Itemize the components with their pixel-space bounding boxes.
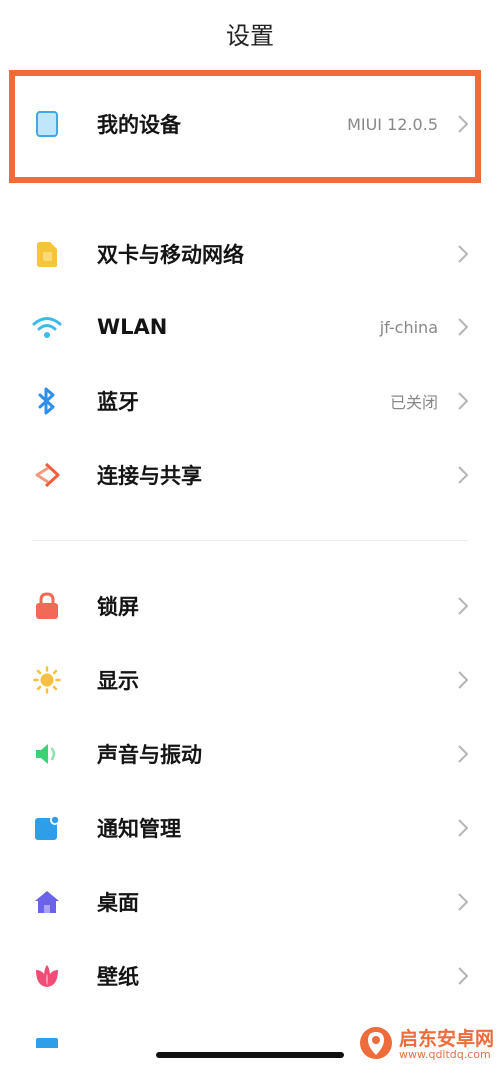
settings-item-label: 壁纸 [97, 965, 139, 989]
settings-item-value: jf-china [379, 317, 438, 337]
settings-item-home-screen[interactable]: 桌面 [0, 872, 500, 932]
chevron-right-icon [454, 817, 472, 839]
speaker-icon [32, 739, 62, 769]
settings-item-lock-screen[interactable]: 锁屏 [0, 576, 500, 636]
settings-item-label: 桌面 [97, 891, 139, 915]
flower-icon [32, 961, 62, 991]
settings-item-dual-sim[interactable]: 双卡与移动网络 [0, 224, 500, 284]
settings-item-label: 双卡与移动网络 [97, 243, 244, 267]
settings-item-label: 显示 [97, 669, 139, 693]
settings-item-label: 声音与振动 [97, 743, 202, 767]
chevron-right-icon [454, 316, 472, 338]
settings-item-display[interactable]: 显示 [0, 650, 500, 710]
lock-icon [32, 591, 62, 621]
chevron-right-icon [454, 891, 472, 913]
highlight-frame [9, 70, 481, 183]
settings-item-connection-sharing[interactable]: 连接与共享 [0, 445, 500, 505]
settings-item-label: 连接与共享 [97, 464, 202, 488]
watermark-url: www.qdltdq.com [398, 1048, 491, 1062]
section-divider [32, 540, 468, 541]
settings-item-label: 锁屏 [97, 595, 139, 619]
settings-item-wlan[interactable]: WLAN jf-china [0, 297, 500, 357]
watermark-logo-icon [359, 1026, 393, 1064]
settings-item-label: 蓝牙 [97, 390, 139, 414]
chevron-right-icon [454, 669, 472, 691]
home-icon [32, 887, 62, 917]
settings-item-label: WLAN [97, 315, 168, 339]
settings-item-wallpaper[interactable]: 壁纸 [0, 946, 500, 1006]
share-connection-icon [32, 460, 62, 490]
settings-item-label: 通知管理 [97, 817, 181, 841]
chevron-right-icon [454, 464, 472, 486]
notification-icon [32, 813, 62, 843]
sim-card-icon [32, 239, 62, 269]
settings-item-notifications[interactable]: 通知管理 [0, 798, 500, 858]
home-indicator-bar[interactable] [156, 1052, 344, 1058]
settings-item-value: 已关闭 [389, 393, 438, 412]
chevron-right-icon [454, 743, 472, 765]
wifi-icon [32, 312, 62, 342]
page-title: 设置 [226, 22, 274, 50]
site-watermark: 启东安卓网 www.qdltdq.com [359, 1026, 494, 1064]
settings-item-bluetooth[interactable]: 蓝牙 已关闭 [0, 371, 500, 431]
chevron-right-icon [454, 390, 472, 412]
watermark-name: 启东安卓网 [398, 1027, 494, 1050]
chevron-right-icon [454, 243, 472, 265]
settings-item-partial-icon [36, 1038, 58, 1048]
settings-item-sound-vibration[interactable]: 声音与振动 [0, 724, 500, 784]
sun-icon [32, 665, 62, 695]
chevron-right-icon [454, 595, 472, 617]
bluetooth-icon [32, 386, 62, 416]
chevron-right-icon [454, 965, 472, 987]
